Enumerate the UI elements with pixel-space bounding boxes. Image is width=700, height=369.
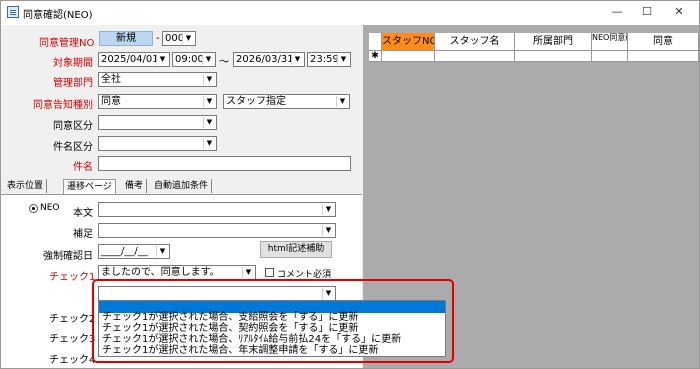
subject-label: 件名 xyxy=(73,162,93,173)
tab-auto-add-conditions[interactable]: 自動追加条件 xyxy=(151,179,213,193)
check4-label: チェック4 xyxy=(49,355,96,366)
comment-required-checkbox[interactable] xyxy=(265,268,274,277)
check3-label: チェック3 xyxy=(49,334,96,345)
notify-type2-select[interactable]: スタッフ指定 ▼ xyxy=(223,94,350,109)
chevron-down-icon: ▼ xyxy=(203,74,215,85)
consent-type-select[interactable]: ▼ xyxy=(98,115,217,130)
consent-no-sub-select[interactable]: 000 ▼ xyxy=(162,31,196,46)
title-bar: 同意確認(NEO) — ☐ ✕ xyxy=(1,1,699,25)
tab-transition-page[interactable]: 遷移ページ xyxy=(63,179,116,195)
tab-remarks[interactable]: 備考 xyxy=(122,179,148,193)
neo-label: NEO xyxy=(40,203,60,213)
end-time-value: 23:59 xyxy=(310,54,339,65)
force-date-input[interactable]: ____/__/__ ▼ xyxy=(98,244,170,259)
force-date-label: 強制確認日 xyxy=(43,251,93,262)
column-header-consent[interactable]: 同意 xyxy=(628,33,699,51)
start-time-input[interactable]: 09:00 ▼ xyxy=(172,52,216,67)
period-label: 対象期間 xyxy=(53,58,93,69)
highlight-callout-frame xyxy=(92,279,454,363)
subject-type-select[interactable]: ▼ xyxy=(98,136,217,151)
tab-display-position[interactable]: 表示位置 xyxy=(4,179,48,193)
body-label: 本文 xyxy=(73,208,93,219)
notify-type-label: 同意告知種別 xyxy=(33,100,93,111)
notify-type-select[interactable]: 同意 ▼ xyxy=(98,94,217,109)
subject-type-label: 件名区分 xyxy=(53,142,93,153)
chevron-down-icon: ▼ xyxy=(322,225,334,236)
close-button[interactable]: ✕ xyxy=(671,4,687,20)
end-time-input[interactable]: 23:59 ▼ xyxy=(307,52,351,67)
end-date-input[interactable]: 2026/03/31 ▼ xyxy=(233,52,305,67)
subject-input[interactable] xyxy=(98,156,351,171)
dept-label: 管理部門 xyxy=(53,78,93,89)
html-helper-button[interactable]: html記述補助 xyxy=(260,241,332,258)
minimize-button[interactable]: — xyxy=(609,4,625,20)
consent-no-label: 同意管理NO xyxy=(39,38,95,49)
neo-radio[interactable] xyxy=(29,204,38,213)
chevron-down-icon: ▼ xyxy=(242,267,254,278)
chevron-down-icon: ▼ xyxy=(291,54,303,65)
chevron-down-icon: ▼ xyxy=(322,204,334,215)
body-select[interactable]: ▼ xyxy=(98,202,336,217)
check1-value: ましたので、同意します。 xyxy=(101,267,220,278)
new-button[interactable]: 新規 xyxy=(99,31,153,46)
notify-type2-value: スタッフ指定 xyxy=(226,96,286,107)
check1-select[interactable]: ましたので、同意します。 ▼ xyxy=(98,265,256,280)
chevron-down-icon: ▼ xyxy=(203,117,215,128)
notify-type-value: 同意 xyxy=(101,96,121,107)
end-date-value: 2026/03/31 xyxy=(236,54,294,65)
check1-label: チェック1 xyxy=(49,272,96,283)
chevron-down-icon: ▼ xyxy=(203,138,215,149)
check2-label: チェック2 xyxy=(49,314,96,325)
column-header-neo-consent[interactable]: NEO同意確認 xyxy=(592,33,628,51)
chevron-down-icon: ▼ xyxy=(182,33,194,44)
grid-corner xyxy=(369,33,382,51)
app-icon xyxy=(7,6,19,18)
maximize-button[interactable]: ☐ xyxy=(639,4,655,20)
tab-strip: 表示位置 遷移ページ 備考 自動追加条件 xyxy=(1,179,362,195)
chevron-down-icon: ▼ xyxy=(336,96,348,107)
column-header-staff-no[interactable]: スタッフNO xyxy=(382,33,435,51)
grid-cell[interactable] xyxy=(382,51,435,62)
grid-cell[interactable] xyxy=(628,51,699,62)
chevron-down-icon: ▼ xyxy=(337,54,349,65)
window-title: 同意確認(NEO) xyxy=(23,10,93,21)
grid-cell[interactable] xyxy=(435,51,515,62)
supplement-label: 補足 xyxy=(73,229,93,240)
consent-type-label: 同意区分 xyxy=(53,121,93,132)
chevron-down-icon: ▼ xyxy=(156,54,168,65)
grid-cell[interactable] xyxy=(515,51,592,62)
chevron-down-icon: ▼ xyxy=(156,246,168,257)
column-header-staff-name[interactable]: スタッフ名 xyxy=(435,33,515,51)
dash-text: - xyxy=(156,33,160,44)
chevron-down-icon: ▼ xyxy=(203,96,215,107)
start-date-input[interactable]: 2025/04/01 ▼ xyxy=(98,52,170,67)
start-date-value: 2025/04/01 xyxy=(101,54,159,65)
tilde-text: 〜 xyxy=(219,57,229,68)
window: 同意確認(NEO) — ☐ ✕ 同意管理NO 新規 - 000 ▼ 対象期間 2… xyxy=(0,0,700,369)
start-time-value: 09:00 xyxy=(175,54,204,65)
grid-cell[interactable] xyxy=(592,51,628,62)
dept-select[interactable]: 全社 ▼ xyxy=(98,72,217,87)
dept-value: 全社 xyxy=(101,74,121,85)
force-date-value: ____/__/__ xyxy=(101,246,148,257)
supplement-select[interactable]: ▼ xyxy=(98,223,336,238)
new-row-marker: ✱ xyxy=(369,51,382,62)
chevron-down-icon: ▼ xyxy=(202,54,214,65)
column-header-department[interactable]: 所属部門 xyxy=(515,33,592,51)
